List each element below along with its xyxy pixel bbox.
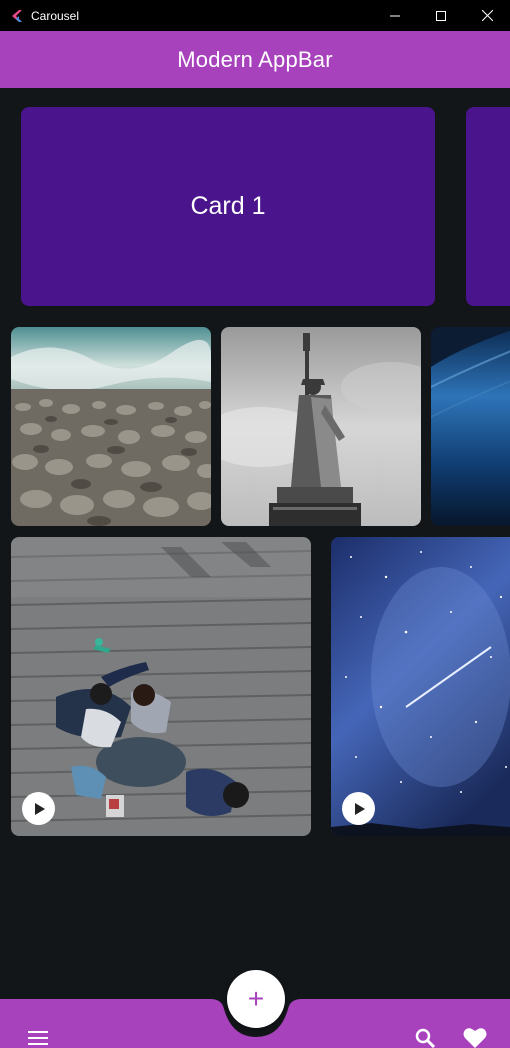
search-icon[interactable] xyxy=(414,1028,436,1048)
maximize-button[interactable] xyxy=(418,0,464,31)
maximize-icon xyxy=(436,10,446,21)
app-bar-title: Modern AppBar xyxy=(177,46,333,72)
play-button[interactable] xyxy=(22,792,55,825)
play-icon xyxy=(34,802,45,815)
minimize-button[interactable] xyxy=(372,0,418,31)
carousel-card-2[interactable] xyxy=(466,107,510,306)
window-title: Carousel xyxy=(31,8,80,23)
play-icon xyxy=(354,802,365,815)
ocean-wave-photo[interactable] xyxy=(431,327,510,526)
minimize-icon xyxy=(390,15,400,16)
window-controls xyxy=(372,0,510,31)
app-window: Carousel Modern AppBar Card 1 + xyxy=(0,0,510,1048)
close-button[interactable] xyxy=(464,0,510,31)
app-bar: Modern AppBar xyxy=(0,31,510,88)
plus-icon: + xyxy=(247,983,265,1014)
statue-of-liberty-photo[interactable] xyxy=(221,327,421,526)
boardwalk-people-video[interactable] xyxy=(11,537,311,836)
starry-sky-video[interactable] xyxy=(331,537,510,836)
menu-icon[interactable] xyxy=(27,1029,49,1047)
pebble-beach-photo[interactable] xyxy=(11,327,211,526)
window-titlebar: Carousel xyxy=(0,0,510,31)
play-button[interactable] xyxy=(342,792,375,825)
add-fab-button[interactable]: + xyxy=(227,970,285,1028)
carousel-card-1[interactable]: Card 1 xyxy=(21,107,435,306)
close-icon xyxy=(481,10,493,21)
heart-icon[interactable] xyxy=(463,1027,487,1048)
card-label: Card 1 xyxy=(190,192,266,220)
flutter-app-icon xyxy=(8,7,26,25)
